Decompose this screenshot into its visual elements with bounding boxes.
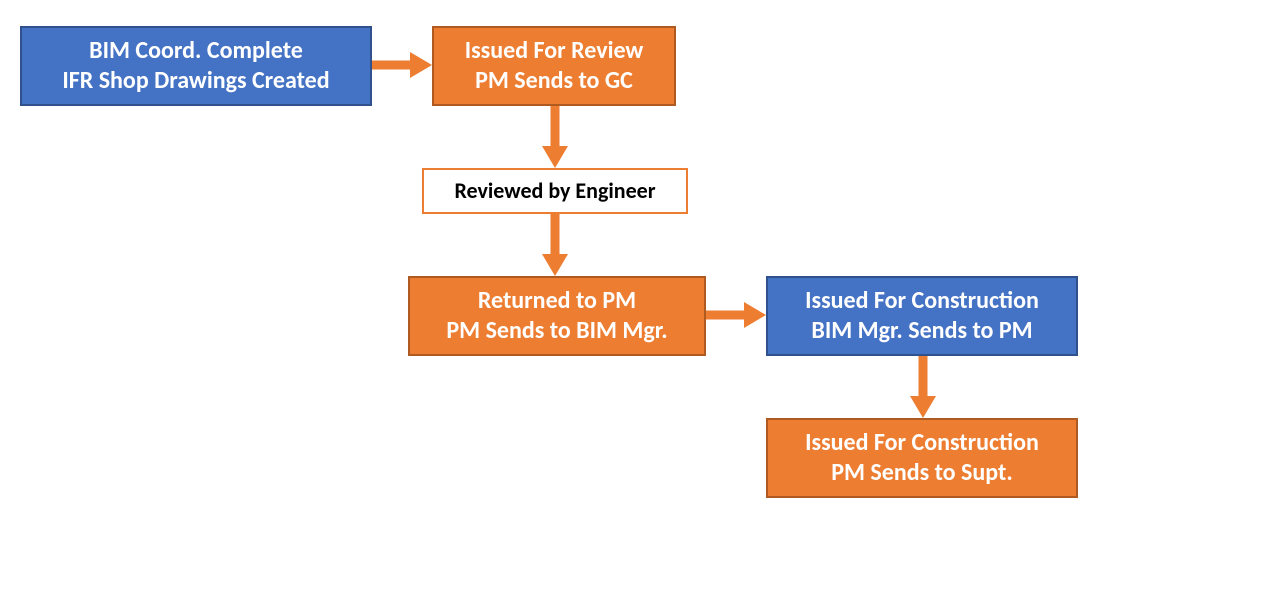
node-line1: Issued For Review [465, 36, 644, 66]
node-line1: Returned to PM [478, 286, 636, 316]
node-line1: Issued For Construction [805, 286, 1039, 316]
node-line1: Issued For Construction [805, 428, 1039, 458]
node-line2: PM Sends to BIM Mgr. [446, 316, 667, 346]
node-ifc-pm: Issued For Construction PM Sends to Supt… [766, 418, 1078, 498]
node-reviewed-by-engineer: Reviewed by Engineer [422, 168, 688, 214]
arrow-down-2 [540, 214, 570, 276]
node-line2: PM Sends to Supt. [831, 458, 1013, 488]
arrow-down-3 [908, 356, 938, 418]
node-line1: BIM Coord. Complete [89, 36, 303, 66]
arrow-right-1 [372, 50, 432, 80]
node-issued-for-review: Issued For Review PM Sends to GC [432, 26, 676, 106]
node-line2: IFR Shop Drawings Created [62, 66, 329, 96]
node-line2: BIM Mgr. Sends to PM [811, 316, 1032, 346]
node-line2: PM Sends to GC [475, 66, 633, 96]
node-bim-coord-complete: BIM Coord. Complete IFR Shop Drawings Cr… [20, 26, 372, 106]
node-ifc-bim-mgr: Issued For Construction BIM Mgr. Sends t… [766, 276, 1078, 356]
arrow-right-2 [706, 300, 766, 330]
arrow-down-1 [540, 106, 570, 168]
node-returned-to-pm: Returned to PM PM Sends to BIM Mgr. [408, 276, 706, 356]
node-line1: Reviewed by Engineer [454, 177, 655, 205]
